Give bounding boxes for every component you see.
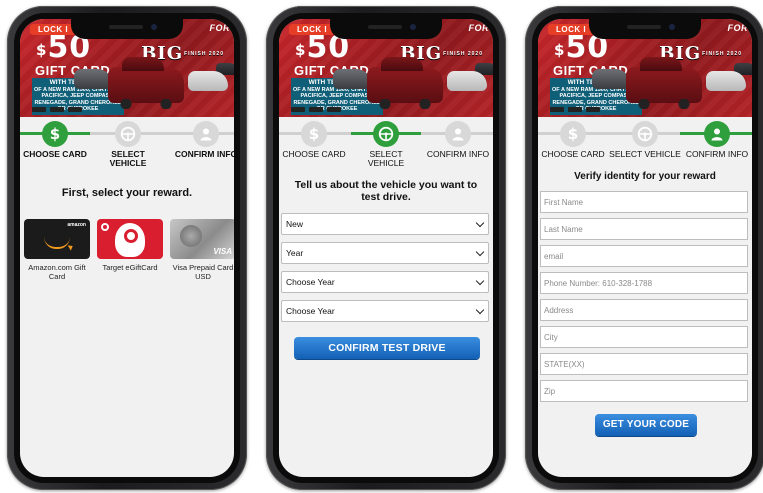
amazon-gift-card-image: amazon [24, 219, 90, 259]
visa-gift-card-image: VISA [170, 219, 234, 259]
vehicle-image [188, 71, 228, 91]
dollar-icon: $ [560, 121, 586, 147]
jeep-image [626, 57, 702, 109]
brand-logos [291, 107, 341, 112]
step-confirm-info[interactable]: CONFIRM INFO [170, 121, 234, 159]
phone-choose-card: LOCK I $50 GIFT CARD WITH TEST DRIVEOF A… [7, 6, 247, 490]
reward-card-target[interactable]: Target eGiftCard [97, 219, 163, 272]
chevron-down-icon [475, 247, 485, 257]
vehicle-condition-select[interactable]: New [281, 213, 489, 235]
for-text: FOR [209, 23, 230, 33]
step-label: CONFIRM INFO [685, 149, 749, 159]
phone-number-field[interactable]: Phone Number: 610-328-1788 [540, 272, 748, 294]
screen-select-vehicle: LOCK I $50 GIFT CARD WITH TEST DRIVEOF A… [279, 19, 493, 477]
step-label: SELECT VEHICLE [367, 149, 405, 168]
step-confirm-info[interactable]: CONFIRM INFO [681, 121, 752, 159]
chevron-down-icon [475, 305, 485, 315]
vehicle-image [74, 69, 112, 89]
phone-notch [589, 19, 701, 39]
step-confirm-info[interactable]: CONFIRM INFO [422, 121, 493, 159]
step-label: SELECT VEHICLE [609, 149, 681, 159]
step-label: CONFIRM INFO [426, 149, 490, 159]
progress-stepper: $ CHOOSE CARD SELECT VEHICLE CONFIRM INF… [538, 119, 752, 175]
page-heading: Verify identity for your reward [574, 171, 716, 182]
first-name-field[interactable]: First Name [540, 191, 748, 213]
step-select-vehicle[interactable]: SELECT VEHICLE [350, 121, 422, 168]
phone-confirm-info: LOCK I $50 GIFT CARD WITH TEST DRIVEOF A… [525, 6, 763, 490]
phone-notch [71, 19, 183, 39]
step-select-vehicle[interactable]: SELECT VEHICLE [609, 121, 681, 159]
steering-wheel-icon [115, 121, 141, 147]
screen-confirm-info: LOCK I $50 GIFT CARD WITH TEST DRIVEOF A… [538, 19, 752, 477]
vehicle-model-select[interactable]: Choose Year [281, 300, 489, 322]
progress-stepper: $ CHOOSE CARD SELECT VEHICLE CONFIRM INFO [279, 119, 493, 175]
phone-notch [330, 19, 442, 39]
last-name-field[interactable]: Last Name [540, 218, 748, 240]
step-label: CHOOSE CARD [23, 149, 87, 159]
vehicle-image [592, 69, 630, 89]
state-field[interactable]: STATE(XX) [540, 353, 748, 375]
vehicle-year-select[interactable]: Year [281, 242, 489, 264]
step-select-vehicle[interactable]: SELECT VEHICLE [92, 121, 164, 168]
address-field[interactable]: Address [540, 299, 748, 321]
reward-caption: Visa Prepaid Card USD [172, 263, 234, 281]
step-choose-card[interactable]: $ CHOOSE CARD [279, 121, 350, 159]
reward-card-visa[interactable]: VISA Visa Prepaid Card USD [170, 219, 234, 281]
step-label: SELECT VEHICLE [109, 149, 147, 168]
dollar-icon: $ [301, 121, 327, 147]
steering-wheel-icon [632, 121, 658, 147]
svg-text:$: $ [568, 126, 578, 142]
reward-caption: Target eGiftCard [102, 263, 158, 272]
brand-logos [32, 107, 82, 112]
get-your-code-button[interactable]: GET YOUR CODE [595, 414, 697, 436]
brand-logos [550, 107, 600, 112]
svg-text:$: $ [309, 126, 319, 142]
dollar-icon: $ [42, 121, 68, 147]
confirm-test-drive-button[interactable]: CONFIRM TEST DRIVE [294, 337, 480, 359]
user-icon [193, 121, 219, 147]
vehicle-image [447, 71, 487, 91]
progress-stepper: $ CHOOSE CARD SELECT VEHICLE CONFIRM INFO [20, 119, 234, 175]
for-text: FOR [468, 23, 489, 33]
page-heading: Tell us about the vehicle you want to te… [294, 179, 478, 203]
reward-caption: Amazon.com Gift Card [28, 263, 86, 281]
step-choose-card[interactable]: $ CHOOSE CARD [538, 121, 609, 159]
step-label: CONFIRM INFO [174, 149, 234, 159]
step-label: CHOOSE CARD [541, 149, 605, 159]
step-choose-card[interactable]: $ CHOOSE CARD [20, 121, 91, 159]
vehicle-image [333, 69, 371, 89]
phone-select-vehicle: LOCK I $50 GIFT CARD WITH TEST DRIVEOF A… [266, 6, 506, 490]
reward-card-list: amazon Amazon.com Gift Card Target eGift… [24, 219, 234, 299]
email-field[interactable]: email [540, 245, 748, 267]
vehicle-image [706, 71, 746, 91]
jeep-image [108, 57, 184, 109]
zip-field[interactable]: Zip [540, 380, 748, 402]
vehicle-make-select[interactable]: Choose Year [281, 271, 489, 293]
screen-choose-card: LOCK I $50 GIFT CARD WITH TEST DRIVEOF A… [20, 19, 234, 477]
for-text: FOR [727, 23, 748, 33]
user-icon [445, 121, 471, 147]
page-heading: First, select your reward. [61, 187, 193, 199]
user-icon [704, 121, 730, 147]
svg-text:$: $ [50, 126, 60, 142]
chevron-down-icon [475, 218, 485, 228]
steering-wheel-icon [373, 121, 399, 147]
reward-card-amazon[interactable]: amazon Amazon.com Gift Card [24, 219, 90, 281]
city-field[interactable]: City [540, 326, 748, 348]
target-gift-card-image [97, 219, 163, 259]
chevron-down-icon [475, 276, 485, 286]
jeep-image [367, 57, 443, 109]
step-label: CHOOSE CARD [282, 149, 346, 159]
